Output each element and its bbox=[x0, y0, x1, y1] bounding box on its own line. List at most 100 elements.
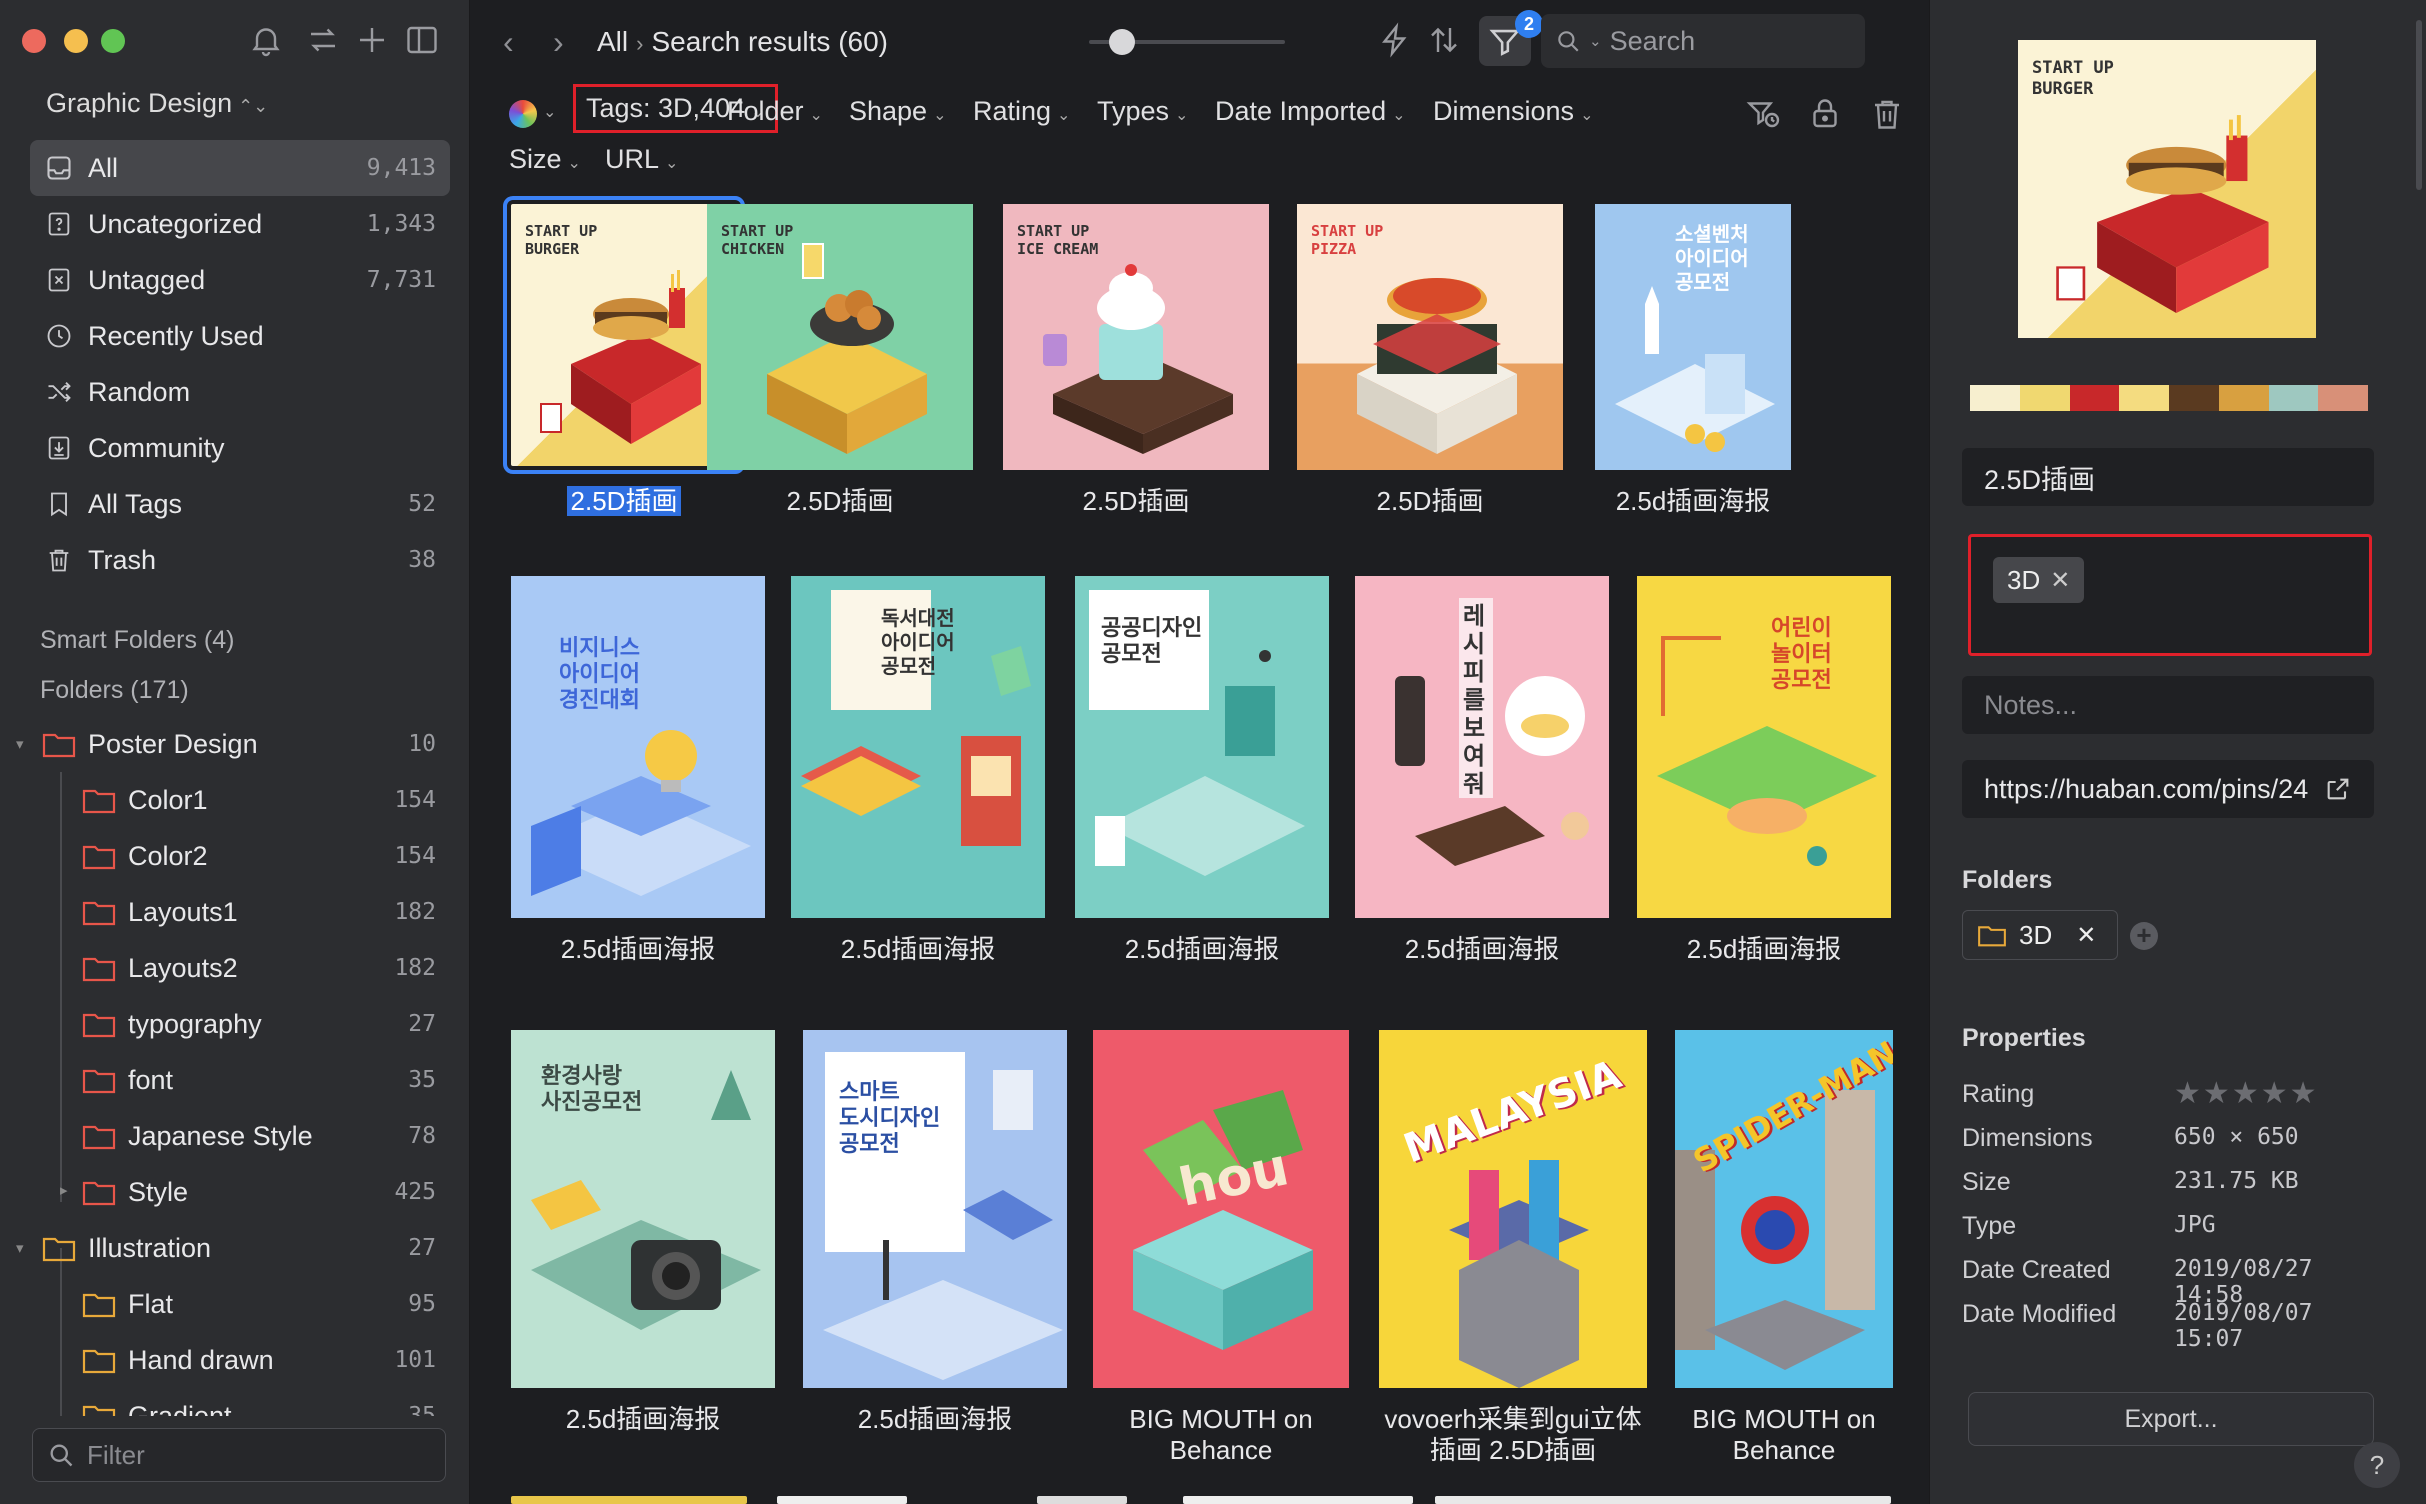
folder-flat[interactable]: Flat 95 bbox=[0, 1276, 470, 1332]
palette-swatch[interactable] bbox=[2169, 385, 2219, 411]
palette-swatch[interactable] bbox=[2019, 385, 2070, 411]
folder-style[interactable]: ▸ Style 425 bbox=[0, 1164, 470, 1220]
lock-icon[interactable] bbox=[1807, 96, 1843, 132]
thumbnail-size-slider[interactable] bbox=[1089, 29, 1285, 55]
asset-caption[interactable]: BIG MOUTH on Behance bbox=[1093, 1404, 1349, 1466]
lightning-icon[interactable] bbox=[1377, 22, 1413, 58]
asset-caption[interactable]: 2.5d插画海报 bbox=[1637, 934, 1891, 965]
sort-icon[interactable] bbox=[1426, 22, 1462, 58]
tag-chip[interactable]: 3D ✕ bbox=[1993, 557, 2085, 603]
asset-caption[interactable]: 2.5d插画海报 bbox=[1355, 934, 1609, 965]
palette-swatch[interactable] bbox=[2119, 385, 2169, 411]
folders-header[interactable]: Folders (171) bbox=[40, 676, 189, 705]
scrollbar[interactable] bbox=[2416, 20, 2422, 190]
filter-types[interactable]: Types ⌄ bbox=[1097, 96, 1188, 127]
tags-field[interactable]: 3D ✕ bbox=[1968, 534, 2372, 656]
clear-filter-icon[interactable] bbox=[1745, 96, 1781, 132]
back-arrow-icon[interactable]: ‹ bbox=[503, 24, 514, 61]
asset-thumbnail[interactable]: START UP CHICKEN bbox=[707, 204, 973, 470]
preview-image[interactable]: START UP BURGER bbox=[2018, 40, 2316, 338]
asset-caption[interactable]: 2.5D插画 bbox=[1297, 486, 1563, 517]
folder-hand-drawn[interactable]: Hand drawn 101 bbox=[0, 1332, 470, 1388]
notes-field[interactable] bbox=[1962, 676, 2374, 734]
palette-swatch[interactable] bbox=[1970, 385, 2020, 411]
asset-caption[interactable]: 2.5d插画海报 bbox=[1595, 486, 1791, 517]
folder-chip[interactable]: 3D ✕ bbox=[1962, 910, 2118, 960]
add-folder-icon[interactable]: + bbox=[2130, 922, 2158, 950]
star-icon[interactable]: ★ bbox=[2203, 1077, 2232, 1110]
filter-shape[interactable]: Shape ⌄ bbox=[849, 96, 946, 127]
asset-caption[interactable]: 2.5d插画海报 bbox=[1075, 934, 1329, 965]
sidebar-item-all[interactable]: All 9,413 bbox=[30, 140, 450, 196]
sidebar-item-community[interactable]: Community bbox=[30, 420, 450, 476]
plus-icon[interactable] bbox=[354, 22, 390, 58]
folder-layouts2[interactable]: Layouts2 182 bbox=[0, 940, 470, 996]
asset-thumbnail[interactable]: MALAYSIA bbox=[1379, 1030, 1647, 1388]
palette-swatch[interactable] bbox=[2268, 385, 2319, 411]
asset-caption[interactable]: vovoerh采集到gui立体插画 2.5D插画 bbox=[1379, 1404, 1647, 1466]
asset-thumbnail[interactable]: 레 시 피 를 보 여 줘 bbox=[1355, 576, 1609, 918]
folder-illustration[interactable]: ▾ Illustration 27 bbox=[0, 1220, 470, 1276]
sidebar-filter[interactable] bbox=[32, 1428, 446, 1482]
remove-folder-icon[interactable]: ✕ bbox=[2076, 921, 2096, 950]
asset-thumbnail[interactable]: 소셜벤처 아이디어 공모전 bbox=[1595, 204, 1791, 470]
smart-folders-header[interactable]: Smart Folders (4) bbox=[40, 626, 234, 655]
filter-size[interactable]: Size ⌄ bbox=[509, 144, 581, 175]
sidebar-item-trash[interactable]: Trash 38 bbox=[30, 532, 450, 588]
search-box[interactable]: ⌄ bbox=[1541, 14, 1865, 68]
minimize-window-button[interactable] bbox=[64, 29, 88, 53]
asset-thumbnail[interactable]: 어린이 놀이터 공모전 bbox=[1637, 576, 1891, 918]
asset-thumbnail[interactable]: hou bbox=[1093, 1030, 1349, 1388]
asset-caption[interactable]: 2.5d插画海报 bbox=[511, 934, 765, 965]
external-link-icon[interactable] bbox=[2324, 775, 2352, 803]
filter-folder[interactable]: Folder ⌄ bbox=[727, 96, 823, 127]
filter-dimensions[interactable]: Dimensions ⌄ bbox=[1433, 96, 1593, 127]
sidebar-item-all-tags[interactable]: All Tags 52 bbox=[30, 476, 450, 532]
name-input[interactable] bbox=[1984, 461, 2344, 493]
bell-icon[interactable] bbox=[248, 22, 284, 58]
caret-down-icon[interactable]: ▾ bbox=[16, 737, 30, 752]
caret-right-icon[interactable]: ▸ bbox=[60, 1183, 74, 1198]
asset-caption[interactable]: BIG MOUTH on Behance bbox=[1675, 1404, 1893, 1466]
filter-rating[interactable]: Rating ⌄ bbox=[973, 96, 1070, 127]
palette-swatch[interactable] bbox=[2069, 385, 2120, 411]
palette-swatch[interactable] bbox=[2218, 385, 2269, 411]
asset-caption[interactable]: 2.5D插画 bbox=[511, 486, 737, 517]
library-switcher[interactable]: Graphic Design ⌃⌄ bbox=[46, 88, 268, 119]
folder-color2[interactable]: Color2 154 bbox=[0, 828, 470, 884]
sync-arrows-icon[interactable] bbox=[305, 22, 341, 58]
asset-thumbnail[interactable]: 독서대전 아이디어 공모전 bbox=[791, 576, 1045, 918]
filter-toggle-button[interactable]: 2 bbox=[1479, 10, 1543, 66]
asset-thumbnail[interactable]: SPIDER-MAN bbox=[1675, 1030, 1893, 1388]
folder-poster-design[interactable]: ▾ Poster Design 10 bbox=[0, 716, 470, 772]
asset-thumbnail[interactable]: 비지니스 아이디어 경진대회 bbox=[511, 576, 765, 918]
star-icon[interactable]: ★ bbox=[2261, 1077, 2290, 1110]
asset-thumbnail[interactable]: 공공디자인 공모전 bbox=[1075, 576, 1329, 918]
asset-thumbnail[interactable]: 스마트 도시디자인 공모전 bbox=[803, 1030, 1067, 1388]
url-field[interactable] bbox=[1962, 760, 2374, 818]
asset-caption[interactable]: 2.5d插画海报 bbox=[791, 934, 1045, 965]
folder-japanese-style[interactable]: Japanese Style 78 bbox=[0, 1108, 470, 1164]
filter-date-imported[interactable]: Date Imported ⌄ bbox=[1215, 96, 1406, 127]
url-input[interactable] bbox=[1984, 773, 2314, 805]
search-input[interactable] bbox=[1609, 25, 1840, 57]
sidebar-item-untagged[interactable]: Untagged 7,731 bbox=[30, 252, 450, 308]
asset-caption[interactable]: 2.5d插画海报 bbox=[511, 1404, 775, 1435]
filter-url[interactable]: URL ⌄ bbox=[605, 144, 678, 175]
asset-caption[interactable]: 2.5D插画 bbox=[1003, 486, 1269, 517]
folder-color1[interactable]: Color1 154 bbox=[0, 772, 470, 828]
star-icon[interactable]: ★ bbox=[2290, 1077, 2319, 1110]
folder-font[interactable]: font 35 bbox=[0, 1052, 470, 1108]
notes-input[interactable] bbox=[1984, 689, 2344, 721]
star-icon[interactable]: ★ bbox=[2232, 1077, 2261, 1110]
rating-stars[interactable]: ★★★★★ bbox=[2174, 1076, 2319, 1111]
folder-gradient[interactable]: Gradient 35 bbox=[0, 1388, 470, 1416]
sidebar-item-random[interactable]: Random bbox=[30, 364, 450, 420]
asset-thumbnail[interactable]: 환경사랑 사진공모전 bbox=[511, 1030, 775, 1388]
asset-thumbnail[interactable]: START UP ICE CREAM bbox=[1003, 204, 1269, 470]
color-filter-icon[interactable] bbox=[509, 100, 537, 128]
close-window-button[interactable] bbox=[22, 29, 46, 53]
asset-caption[interactable]: 2.5d插画海报 bbox=[803, 1404, 1067, 1435]
folder-layouts1[interactable]: Layouts1 182 bbox=[0, 884, 470, 940]
zoom-window-button[interactable] bbox=[101, 29, 125, 53]
